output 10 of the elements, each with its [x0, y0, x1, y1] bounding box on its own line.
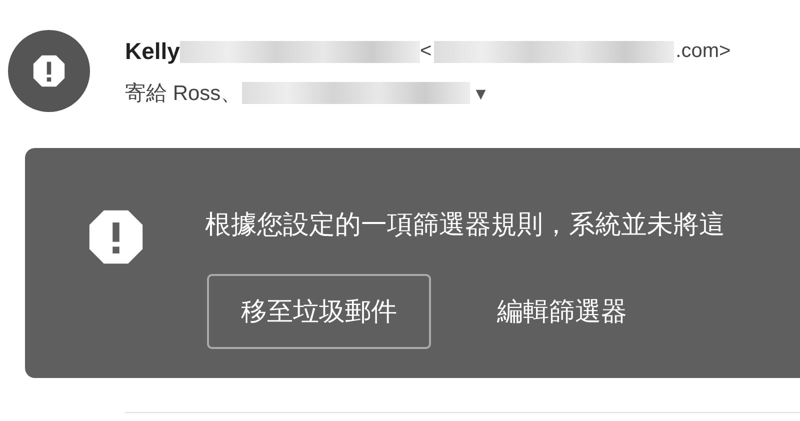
banner-button[interactable]: 編輯篩選器: [497, 294, 627, 329]
caret-icon[interactable]: ▾: [476, 80, 486, 106]
warning-icon: [32, 54, 66, 88]
address-domain: .com>: [676, 40, 731, 63]
warning-icon: [87, 208, 145, 266]
banner-button[interactable]: 移至垃圾郵件: [207, 274, 431, 349]
banner-message: 根據您設定的一項篩選器規則，系統並未將這: [205, 208, 725, 241]
address-bracket: <: [420, 40, 432, 63]
recipients-label: 寄給 Ross、: [125, 81, 242, 107]
sender-name: Kelly: [125, 38, 180, 65]
